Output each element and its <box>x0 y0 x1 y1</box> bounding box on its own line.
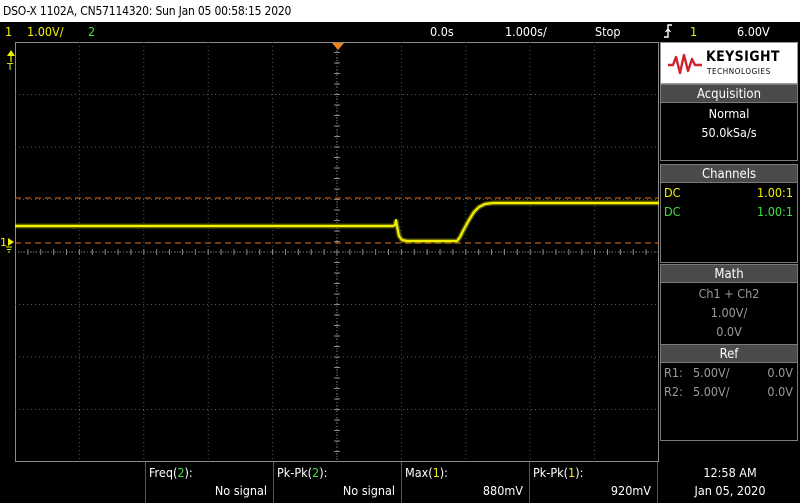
measurement-freq-ch2[interactable]: Freq(2): No signal <box>145 462 273 503</box>
ch1-ground-marker[interactable]: 1 <box>0 236 14 253</box>
brand-sub: TECHNOLOGIES <box>707 67 771 76</box>
measurement-value: No signal <box>342 483 395 498</box>
math-panel[interactable]: Ch1 + Ch2 1.00V/ 0.0V <box>660 283 798 345</box>
ch1-probe[interactable]: 1.00:1 <box>757 185 793 200</box>
ch1-coupling[interactable]: DC <box>664 185 681 200</box>
trigger-level[interactable]: 6.00V <box>737 22 770 42</box>
trigger-marker-label: T <box>6 62 14 73</box>
trigger-level-marker[interactable] <box>7 50 15 62</box>
waveform-display[interactable] <box>15 42 659 462</box>
math-offset: 0.0V <box>716 324 742 339</box>
keysight-wave-icon <box>668 53 702 75</box>
measurement-label: Max(1): <box>405 465 448 480</box>
measurement-label: Pk-Pk(1): <box>533 465 584 480</box>
math-header[interactable]: Math <box>660 264 798 283</box>
ref-r1-scale: 5.00V/ <box>693 365 730 380</box>
ch1-scale[interactable]: 1.00V/ <box>27 22 64 42</box>
channels-panel[interactable]: DC 1.00:1 DC 1.00:1 <box>660 183 798 263</box>
measurement-value: 880mV <box>482 483 523 498</box>
measurement-value: No signal <box>214 483 267 498</box>
ref-r2-label: R2: <box>664 384 683 399</box>
ref-r2-offset: 0.0V <box>767 384 793 399</box>
status-bar: 1 1.00V/ 2 0.0s 1.000s/ Stop 1 6.00V <box>0 22 800 42</box>
ref-r1-offset: 0.0V <box>767 365 793 380</box>
measurement-label: Pk-Pk(2): <box>277 465 328 480</box>
math-function: Ch1 + Ch2 <box>698 286 760 301</box>
ch2-probe[interactable]: 1.00:1 <box>757 204 793 219</box>
ch1-ground-label: 1 <box>0 236 7 249</box>
brand-name: KEYSIGHT <box>706 49 780 65</box>
clock-time: 12:58 AM <box>703 465 757 480</box>
acquisition-header[interactable]: Acquisition <box>660 84 798 103</box>
title-bar: DSO-X 1102A, CN57114320: Sun Jan 05 00:5… <box>0 0 800 22</box>
measurement-value: 920mV <box>610 483 651 498</box>
trigger-position-marker[interactable] <box>331 42 345 52</box>
ref-r1-label: R1: <box>664 365 683 380</box>
right-panel: KEYSIGHT TECHNOLOGIES Acquisition Normal… <box>660 42 800 442</box>
math-scale: 1.00V/ <box>710 305 748 320</box>
brand-logo: KEYSIGHT TECHNOLOGIES <box>660 42 798 84</box>
ch2-number[interactable]: 2 <box>88 22 95 42</box>
ch1-number[interactable]: 1 <box>5 22 12 42</box>
measurement-pkpk-ch2[interactable]: Pk-Pk(2): No signal <box>273 462 401 503</box>
time-scale[interactable]: 1.000s/ <box>505 22 547 42</box>
ref-panel[interactable]: R1: 5.00V/ 0.0V R2: 5.00V/ 0.0V <box>660 363 798 441</box>
left-marker-strip: T 1 <box>0 50 15 253</box>
measurement-pkpk-ch1[interactable]: Pk-Pk(1): 920mV <box>529 462 657 503</box>
title-text: DSO-X 1102A, CN57114320: Sun Jan 05 00:5… <box>3 4 292 18</box>
ch2-coupling[interactable]: DC <box>664 204 681 219</box>
trigger-source[interactable]: 1 <box>690 22 697 42</box>
clock-date: Jan 05, 2020 <box>694 483 766 498</box>
run-state[interactable]: Stop <box>595 22 621 42</box>
ref-header[interactable]: Ref <box>660 344 798 363</box>
channels-header[interactable]: Channels <box>660 164 798 183</box>
acquisition-panel[interactable]: Normal 50.0kSa/s <box>660 103 798 161</box>
ref-r2-scale: 5.00V/ <box>693 384 730 399</box>
clock: 12:58 AM Jan 05, 2020 <box>660 462 800 503</box>
acquisition-rate: 50.0kSa/s <box>701 125 757 140</box>
measurement-max-ch1[interactable]: Max(1): 880mV <box>401 462 529 503</box>
measurement-divider <box>657 462 658 503</box>
acquisition-mode: Normal <box>708 106 750 121</box>
measurement-label: Freq(2): <box>149 465 193 480</box>
time-delay[interactable]: 0.0s <box>430 22 454 42</box>
